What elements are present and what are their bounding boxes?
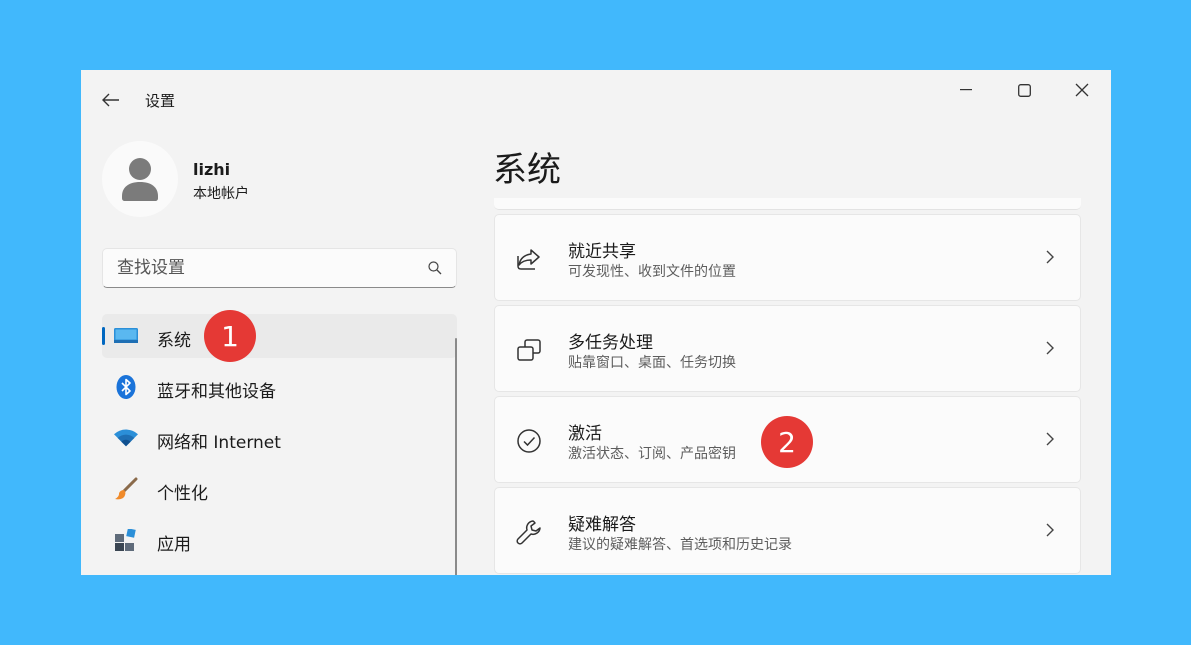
card-title: 疑难解答 — [568, 515, 636, 535]
sidebar-item-label: 蓝牙和其他设备 — [157, 382, 276, 402]
card-title: 激活 — [568, 424, 602, 444]
search-icon[interactable] — [428, 261, 442, 275]
minimize-button[interactable] — [946, 78, 986, 102]
sidebar-item-label: 应用 — [157, 535, 191, 555]
chevron-right-icon — [1042, 429, 1058, 449]
card-title: 多任务处理 — [568, 333, 653, 353]
settings-window: 设置 lizhi 本地帐户 系统 — [81, 70, 1111, 575]
card-nearby-sharing[interactable]: 就近共享 可发现性、收到文件的位置 — [494, 214, 1081, 301]
brush-icon — [114, 477, 138, 501]
check-circle-icon — [515, 427, 543, 455]
share-icon — [515, 245, 543, 273]
sidebar-item-network[interactable]: 网络和 Internet — [102, 416, 457, 460]
card-partial — [494, 198, 1081, 210]
page-title: 系统 — [493, 150, 561, 190]
maximize-icon — [1017, 83, 1031, 97]
sidebar-item-label: 网络和 Internet — [157, 433, 281, 453]
apps-icon — [114, 528, 138, 552]
maximize-button[interactable] — [1004, 78, 1044, 102]
search-box[interactable] — [102, 248, 457, 288]
card-subtitle: 可发现性、收到文件的位置 — [568, 264, 736, 280]
close-button[interactable] — [1062, 78, 1102, 102]
user-icon — [122, 158, 158, 201]
user-name: lizhi — [193, 160, 231, 179]
card-multitasking[interactable]: 多任务处理 贴靠窗口、桌面、任务切换 — [494, 305, 1081, 392]
card-subtitle: 贴靠窗口、桌面、任务切换 — [568, 355, 736, 371]
back-arrow-icon — [102, 93, 119, 107]
sidebar-item-apps[interactable]: 应用 — [102, 518, 457, 562]
wrench-icon — [515, 518, 543, 546]
card-title: 就近共享 — [568, 242, 636, 262]
card-subtitle: 激活状态、订阅、产品密钥 — [568, 446, 736, 462]
selection-indicator — [102, 327, 105, 345]
wifi-icon — [114, 426, 138, 450]
chevron-right-icon — [1042, 520, 1058, 540]
sidebar-item-personalization[interactable]: 个性化 — [102, 467, 457, 511]
sidebar-scrollbar[interactable] — [455, 338, 457, 575]
app-title: 设置 — [145, 92, 176, 110]
sidebar-item-bluetooth[interactable]: 蓝牙和其他设备 — [102, 365, 457, 409]
step-badge-1: 1 — [204, 310, 256, 362]
sidebar-item-label: 系统 — [157, 331, 191, 351]
card-troubleshoot[interactable]: 疑难解答 建议的疑难解答、首选项和历史记录 — [494, 487, 1081, 574]
display-icon — [114, 324, 138, 348]
step-badge-2: 2 — [761, 416, 813, 468]
sidebar-item-label: 个性化 — [157, 484, 208, 504]
chevron-right-icon — [1042, 338, 1058, 358]
search-input[interactable] — [103, 249, 456, 287]
minimize-icon — [960, 89, 972, 91]
card-subtitle: 建议的疑难解答、首选项和历史记录 — [568, 537, 792, 553]
sidebar-item-system[interactable]: 系统 — [102, 314, 457, 358]
chevron-right-icon — [1042, 247, 1058, 267]
bluetooth-icon — [114, 375, 138, 399]
back-button[interactable] — [99, 88, 123, 112]
close-icon — [1075, 83, 1089, 97]
multitask-icon — [515, 336, 543, 364]
avatar[interactable] — [102, 141, 178, 217]
account-type: 本地帐户 — [193, 186, 249, 202]
